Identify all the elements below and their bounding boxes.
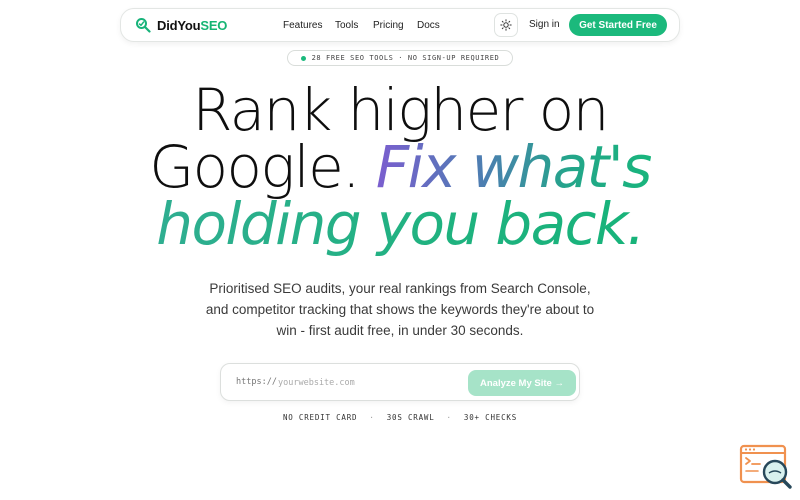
trust-item-crawl: 30S CRAWL	[386, 413, 435, 422]
browser-search-icon[interactable]	[738, 443, 794, 491]
trust-item-checks: 30+ CHECKS	[463, 413, 518, 422]
status-dot	[300, 55, 306, 61]
brand[interactable]: DidYouSEO	[135, 17, 227, 33]
headline-line-1: Rank higher on	[192, 76, 609, 144]
free-tools-badge: 28 FREE SEO TOOLS · NO SIGN-UP REQUIRED	[287, 50, 513, 66]
nav-link-tools[interactable]: Tools	[335, 20, 358, 31]
trust-separator: ·	[446, 413, 452, 422]
trust-indicators: NO CREDIT CARD · 30S CRAWL · 30+ CHECKS	[0, 413, 800, 422]
hero-subtext: Prioritised SEO audits, your real rankin…	[205, 281, 595, 338]
analyze-site-button[interactable]: Analyze My Site →	[468, 370, 576, 396]
brand-name: DidYouSEO	[157, 17, 228, 33]
headline-line-2: Google. Fix what's	[0, 138, 800, 196]
url-prefix: https://	[236, 377, 277, 387]
page: DidYouSEO Features Tools Pricing Docs Si…	[0, 0, 800, 500]
get-started-button[interactable]: Get Started Free	[569, 14, 667, 36]
headline-line-3: holding you back.	[0, 195, 800, 253]
headline-highlight-2: holding you back.	[156, 190, 645, 258]
theme-toggle-button[interactable]	[494, 13, 518, 37]
hero-headline: Rank higher on Google. Fix what's holdin…	[0, 76, 800, 253]
sun-icon	[500, 19, 512, 31]
sign-in-link[interactable]: Sign in	[529, 19, 560, 30]
nav-link-pricing[interactable]: Pricing	[373, 20, 404, 31]
website-url-input[interactable]	[278, 373, 458, 393]
trust-separator: ·	[369, 413, 375, 422]
top-nav: DidYouSEO Features Tools Pricing Docs Si…	[120, 8, 680, 42]
trust-item-no-credit-card: NO CREDIT CARD	[282, 413, 358, 422]
badge-text: 28 FREE SEO TOOLS · NO SIGN-UP REQUIRED	[311, 54, 500, 62]
nav-link-docs[interactable]: Docs	[417, 20, 440, 31]
search-logo-icon	[136, 18, 151, 33]
url-search-bar: https:// Analyze My Site →	[220, 363, 580, 401]
nav-link-features[interactable]: Features	[283, 20, 322, 31]
